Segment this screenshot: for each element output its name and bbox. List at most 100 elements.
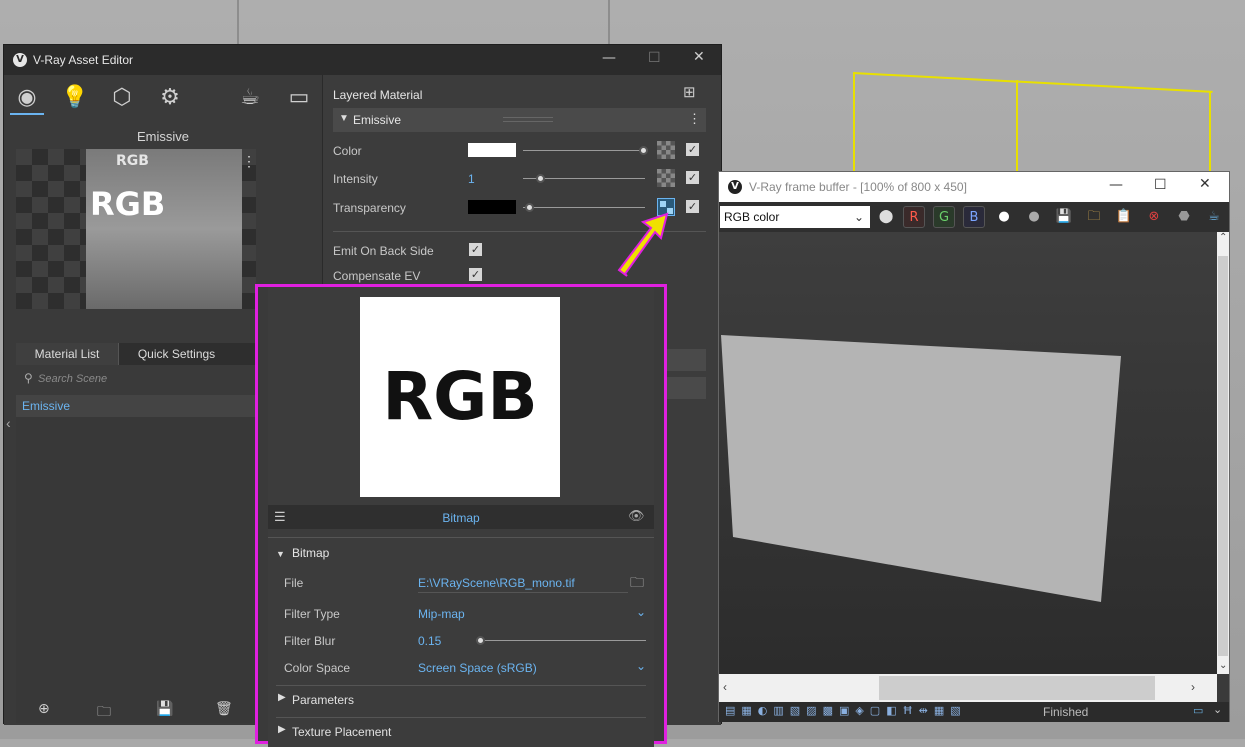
file-path-field[interactable]: E:\VRayScene\RGB_mono.tif: [418, 576, 575, 590]
tab-quick-settings[interactable]: Quick Settings: [118, 343, 234, 365]
filter-blur-value[interactable]: 0.15: [418, 634, 441, 648]
render-view[interactable]: [719, 232, 1217, 674]
texture-slot-icon[interactable]: [657, 169, 675, 187]
maximize-icon[interactable]: ☐: [648, 50, 661, 66]
material-type: Layered Material: [333, 88, 423, 102]
status-tool-icons[interactable]: ▤▦◐▥▧▨▩▣◈▢◧Ħ⇹▦▧: [725, 704, 1025, 720]
expand-arrow-icon[interactable]: ▶: [278, 724, 286, 735]
save-icon[interactable]: 💾: [1053, 206, 1075, 228]
filter-blur-label: Filter Blur: [284, 634, 336, 648]
channel-value: RGB color: [724, 210, 780, 224]
slider-handle[interactable]: [536, 174, 545, 183]
emit-back-checkbox[interactable]: ✓: [469, 243, 482, 256]
more-icon[interactable]: ⋮: [688, 111, 701, 127]
scroll-down-icon[interactable]: ⌄: [1219, 660, 1227, 671]
gray-circle-icon[interactable]: ●: [1023, 206, 1045, 228]
expand-arrow-icon[interactable]: ▶: [278, 692, 286, 703]
settings-icon[interactable]: ⚙: [153, 81, 187, 115]
divider: [276, 717, 646, 718]
collapsed-section[interactable]: [663, 349, 706, 371]
texture-slot-icon[interactable]: [657, 141, 675, 159]
delete-icon[interactable]: 🗑: [215, 701, 233, 717]
chevron-down-icon[interactable]: ⌄: [636, 605, 646, 619]
green-channel-button[interactable]: G: [933, 206, 955, 228]
title-bar[interactable]: V V-Ray Asset Editor — ☐ ✕: [4, 45, 721, 75]
color-checkbox[interactable]: ✓: [686, 143, 699, 156]
search-input[interactable]: Search Scene: [38, 373, 107, 385]
close-icon[interactable]: ✕: [693, 49, 705, 65]
parameters-section[interactable]: Parameters: [292, 693, 354, 707]
bitmap-panel: RGB ☰ Bitmap 👁 ▼ Bitmap File E:\VRayScen…: [268, 287, 654, 747]
frame-buffer-icon[interactable]: ▭: [282, 81, 316, 115]
transparency-swatch[interactable]: [468, 200, 516, 214]
color-channels-icon[interactable]: ⬤: [875, 206, 897, 228]
title-bar[interactable]: V V-Ray frame buffer - [100% of 800 x 45…: [719, 172, 1229, 202]
tab-material-list[interactable]: Material List: [16, 343, 118, 365]
vray-logo-icon: V: [13, 53, 27, 67]
compensate-label: Compensate EV: [333, 269, 421, 283]
chevron-down-icon[interactable]: ⌄: [636, 659, 646, 673]
clipboard-icon[interactable]: 📋: [1113, 206, 1135, 228]
preview-label: Emissive: [136, 129, 189, 144]
intensity-checkbox[interactable]: ✓: [686, 171, 699, 184]
compensate-checkbox[interactable]: ✓: [469, 268, 482, 281]
render-icon[interactable]: ☕: [1203, 206, 1225, 228]
status-bar: ▤▦◐▥▧▨▩▣◈▢◧Ħ⇹▦▧ Finished ▭ ⌄: [719, 702, 1229, 722]
lights-icon[interactable]: 💡: [58, 81, 92, 115]
slider-handle[interactable]: [639, 146, 648, 155]
add-material-icon[interactable]: ⊕: [38, 701, 50, 717]
more-icon[interactable]: ⋮: [242, 153, 256, 170]
stop-icon[interactable]: ⬣: [1173, 206, 1195, 228]
scroll-right-icon[interactable]: ›: [1191, 680, 1195, 694]
scroll-up-icon[interactable]: ⌃: [1219, 232, 1227, 243]
color-swatch[interactable]: [468, 143, 516, 157]
white-circle-icon[interactable]: ●: [993, 206, 1015, 228]
chevron-down-icon[interactable]: ⌄: [1213, 703, 1222, 716]
render-icon[interactable]: ☕: [233, 81, 267, 115]
divider: [268, 537, 654, 538]
collapse-arrow-icon[interactable]: ▼: [276, 549, 285, 559]
section-title[interactable]: Bitmap: [292, 546, 329, 560]
visibility-off-icon[interactable]: 👁: [628, 508, 645, 524]
color-slider[interactable]: [523, 150, 645, 151]
save-icon[interactable]: 💾: [156, 701, 173, 717]
search-icon: ⚲: [24, 371, 33, 385]
minimize-icon[interactable]: —: [602, 50, 616, 66]
open-folder-icon[interactable]: 🗀: [1083, 206, 1105, 228]
color-space-select[interactable]: Screen Space (sRGB): [418, 661, 537, 675]
window-icon[interactable]: ▭: [1193, 704, 1203, 717]
scroll-thumb[interactable]: [1218, 256, 1228, 656]
materials-icon[interactable]: ◉: [10, 81, 44, 115]
channel-select[interactable]: RGB color ⌄: [720, 206, 870, 228]
red-channel-button[interactable]: R: [903, 206, 925, 228]
section-header[interactable]: ▼ Emissive ⋮: [333, 108, 706, 132]
collapsed-section[interactable]: [663, 377, 706, 399]
maximize-icon[interactable]: ☐: [1154, 177, 1167, 193]
minimize-icon[interactable]: —: [1109, 177, 1123, 193]
filter-blur-slider[interactable]: [476, 640, 646, 641]
filter-type-select[interactable]: Mip-map: [418, 607, 465, 621]
scroll-thumb[interactable]: [879, 676, 1155, 700]
add-layer-icon[interactable]: ⊞: [683, 83, 696, 101]
slider-handle[interactable]: [525, 203, 534, 212]
window-title: V-Ray Asset Editor: [33, 53, 134, 67]
open-folder-icon[interactable]: 🗀: [630, 572, 644, 596]
scroll-left-icon[interactable]: ‹: [723, 680, 727, 694]
geometry-icon[interactable]: ⬡: [105, 81, 139, 115]
section-title: Emissive: [353, 113, 402, 127]
collapse-icon[interactable]: ‹: [6, 415, 11, 431]
filter-type-label: Filter Type: [284, 607, 340, 621]
texture-placement-section[interactable]: Texture Placement: [292, 725, 391, 739]
clear-icon[interactable]: ⊗: [1143, 206, 1165, 228]
drag-handle[interactable]: [503, 117, 553, 122]
open-folder-icon[interactable]: 🗀: [97, 701, 111, 725]
horizontal-scrollbar[interactable]: ‹ ›: [719, 674, 1217, 702]
collapse-arrow-icon: ▼: [339, 113, 349, 124]
vertical-scrollbar[interactable]: ⌃ ⌄: [1217, 232, 1229, 674]
blue-channel-button[interactable]: B: [963, 206, 985, 228]
transparency-slider[interactable]: [523, 207, 645, 208]
close-icon[interactable]: ✕: [1199, 176, 1211, 192]
intensity-value[interactable]: 1: [468, 172, 475, 186]
slider-handle[interactable]: [476, 636, 485, 645]
transparency-checkbox[interactable]: ✓: [686, 200, 699, 213]
